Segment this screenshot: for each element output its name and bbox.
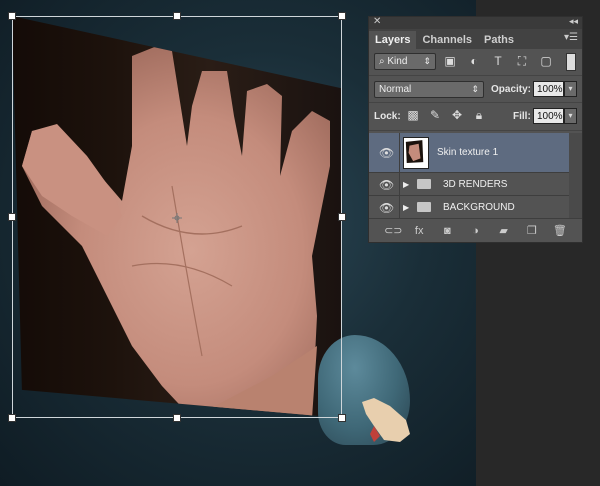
eye-icon[interactable]: 👁︎ bbox=[379, 146, 394, 160]
opacity-input[interactable]: 100% bbox=[533, 81, 564, 97]
layers-panel: ✕ ◂◂ Layers Channels Paths ▾☰ ⌕ Kind ⇕ ▣ … bbox=[368, 16, 583, 243]
tab-channels[interactable]: Channels bbox=[416, 31, 478, 49]
layer-row-3d-renders[interactable]: 👁︎ ▶ 3D RENDERS bbox=[369, 173, 582, 196]
panel-titlebar: ✕ ◂◂ bbox=[369, 16, 582, 29]
transform-handle-bottom-center[interactable] bbox=[173, 414, 181, 422]
panel-tabs: Layers Channels Paths ▾☰ bbox=[369, 29, 582, 49]
adjustment-filter-icon[interactable]: ◐ bbox=[467, 54, 481, 68]
lock-row: Lock: ▩ ✎ ✥ 🔒︎ Fill: 100% ▾ bbox=[369, 103, 582, 131]
layer-row-background[interactable]: 👁︎ ▶ BACKGROUND bbox=[369, 196, 582, 219]
blend-row: Normal ⇕ Opacity: 100% ▾ bbox=[369, 76, 582, 103]
lock-image-pixels-icon[interactable]: ✎ bbox=[428, 108, 442, 122]
hand-thumbnail-icon bbox=[404, 138, 425, 164]
type-filter-icon[interactable]: T bbox=[491, 54, 505, 68]
transform-handle-middle-left[interactable] bbox=[8, 213, 16, 221]
layers-list: 👁︎ Skin texture 1 👁︎ ▶ 3D RENDERS 👁︎ ▶ B… bbox=[369, 133, 582, 219]
folder-icon bbox=[417, 202, 431, 212]
eye-icon[interactable]: 👁︎ bbox=[379, 178, 394, 192]
transform-handle-bottom-left[interactable] bbox=[8, 414, 16, 422]
disclosure-triangle-icon[interactable]: ▶ bbox=[403, 180, 409, 189]
lock-label: Lock: bbox=[374, 111, 401, 122]
trash-icon[interactable]: 🗑︎ bbox=[553, 224, 567, 237]
close-icon[interactable]: ✕ bbox=[373, 16, 381, 27]
transform-handle-top-right[interactable] bbox=[338, 12, 346, 20]
layers-scrollbar[interactable] bbox=[569, 133, 582, 219]
filter-kind-label: Kind bbox=[387, 56, 408, 67]
adjustment-icon[interactable]: ◑ bbox=[468, 225, 482, 237]
blend-mode-select[interactable]: Normal ⇕ bbox=[374, 81, 484, 98]
filter-row: ⌕ Kind ⇕ ▣ ◐ T ⛶ ▢ bbox=[369, 49, 582, 76]
pixel-filter-icon[interactable]: ▣ bbox=[443, 54, 457, 68]
tab-layers[interactable]: Layers bbox=[369, 31, 417, 49]
lock-transparency-icon[interactable]: ▩ bbox=[406, 108, 420, 122]
fx-icon[interactable]: fx bbox=[412, 225, 426, 237]
lock-icons: ▩ ✎ ✥ 🔒︎ bbox=[406, 108, 486, 122]
layer-row-skin-texture[interactable]: 👁︎ Skin texture 1 bbox=[369, 133, 582, 173]
layer-name: BACKGROUND bbox=[443, 202, 515, 213]
opacity-label: Opacity: bbox=[491, 84, 532, 95]
opacity-dropdown-icon[interactable]: ▾ bbox=[564, 81, 577, 97]
finger-render bbox=[362, 398, 410, 442]
chevron-updown-icon: ⇕ bbox=[423, 56, 431, 66]
disclosure-triangle-icon[interactable]: ▶ bbox=[403, 203, 409, 212]
fill-label: Fill: bbox=[513, 111, 531, 122]
blend-mode-label: Normal bbox=[379, 84, 412, 95]
fill-dropdown-icon[interactable]: ▾ bbox=[564, 108, 577, 124]
folder-icon bbox=[417, 179, 431, 189]
new-group-icon[interactable]: ▰ bbox=[497, 224, 511, 237]
transform-handle-top-center[interactable] bbox=[173, 12, 181, 20]
layer-name: Skin texture 1 bbox=[437, 147, 499, 158]
new-layer-icon[interactable]: ❐ bbox=[525, 224, 539, 237]
filter-toggle[interactable] bbox=[566, 53, 576, 71]
mask-icon[interactable]: ◙ bbox=[440, 225, 454, 237]
fill-input[interactable]: 100% bbox=[533, 108, 564, 124]
panel-menu-icon[interactable]: ▾☰ bbox=[564, 32, 578, 43]
collapse-icon[interactable]: ◂◂ bbox=[569, 16, 578, 27]
layers-bottom-bar: ⊂⊃ fx ◙ ◑ ▰ ❐ 🗑︎ bbox=[369, 218, 582, 242]
tab-paths[interactable]: Paths bbox=[478, 31, 520, 49]
filter-icons: ▣ ◐ T ⛶ ▢ bbox=[443, 54, 553, 68]
layer-name: 3D RENDERS bbox=[443, 179, 508, 190]
transform-center-crosshair-icon[interactable] bbox=[172, 213, 182, 223]
layer-thumbnail bbox=[403, 137, 429, 169]
lock-position-icon[interactable]: ✥ bbox=[450, 108, 464, 122]
smart-object-filter-icon[interactable]: ▢ bbox=[539, 54, 553, 68]
chevron-updown-icon: ⇕ bbox=[471, 84, 479, 94]
link-icon[interactable]: ⊂⊃ bbox=[384, 224, 402, 237]
eye-icon[interactable]: 👁︎ bbox=[379, 201, 394, 215]
shape-filter-icon[interactable]: ⛶ bbox=[515, 54, 529, 68]
lock-all-icon[interactable]: 🔒︎ bbox=[472, 108, 486, 122]
filter-kind-select[interactable]: ⌕ Kind ⇕ bbox=[374, 53, 436, 70]
